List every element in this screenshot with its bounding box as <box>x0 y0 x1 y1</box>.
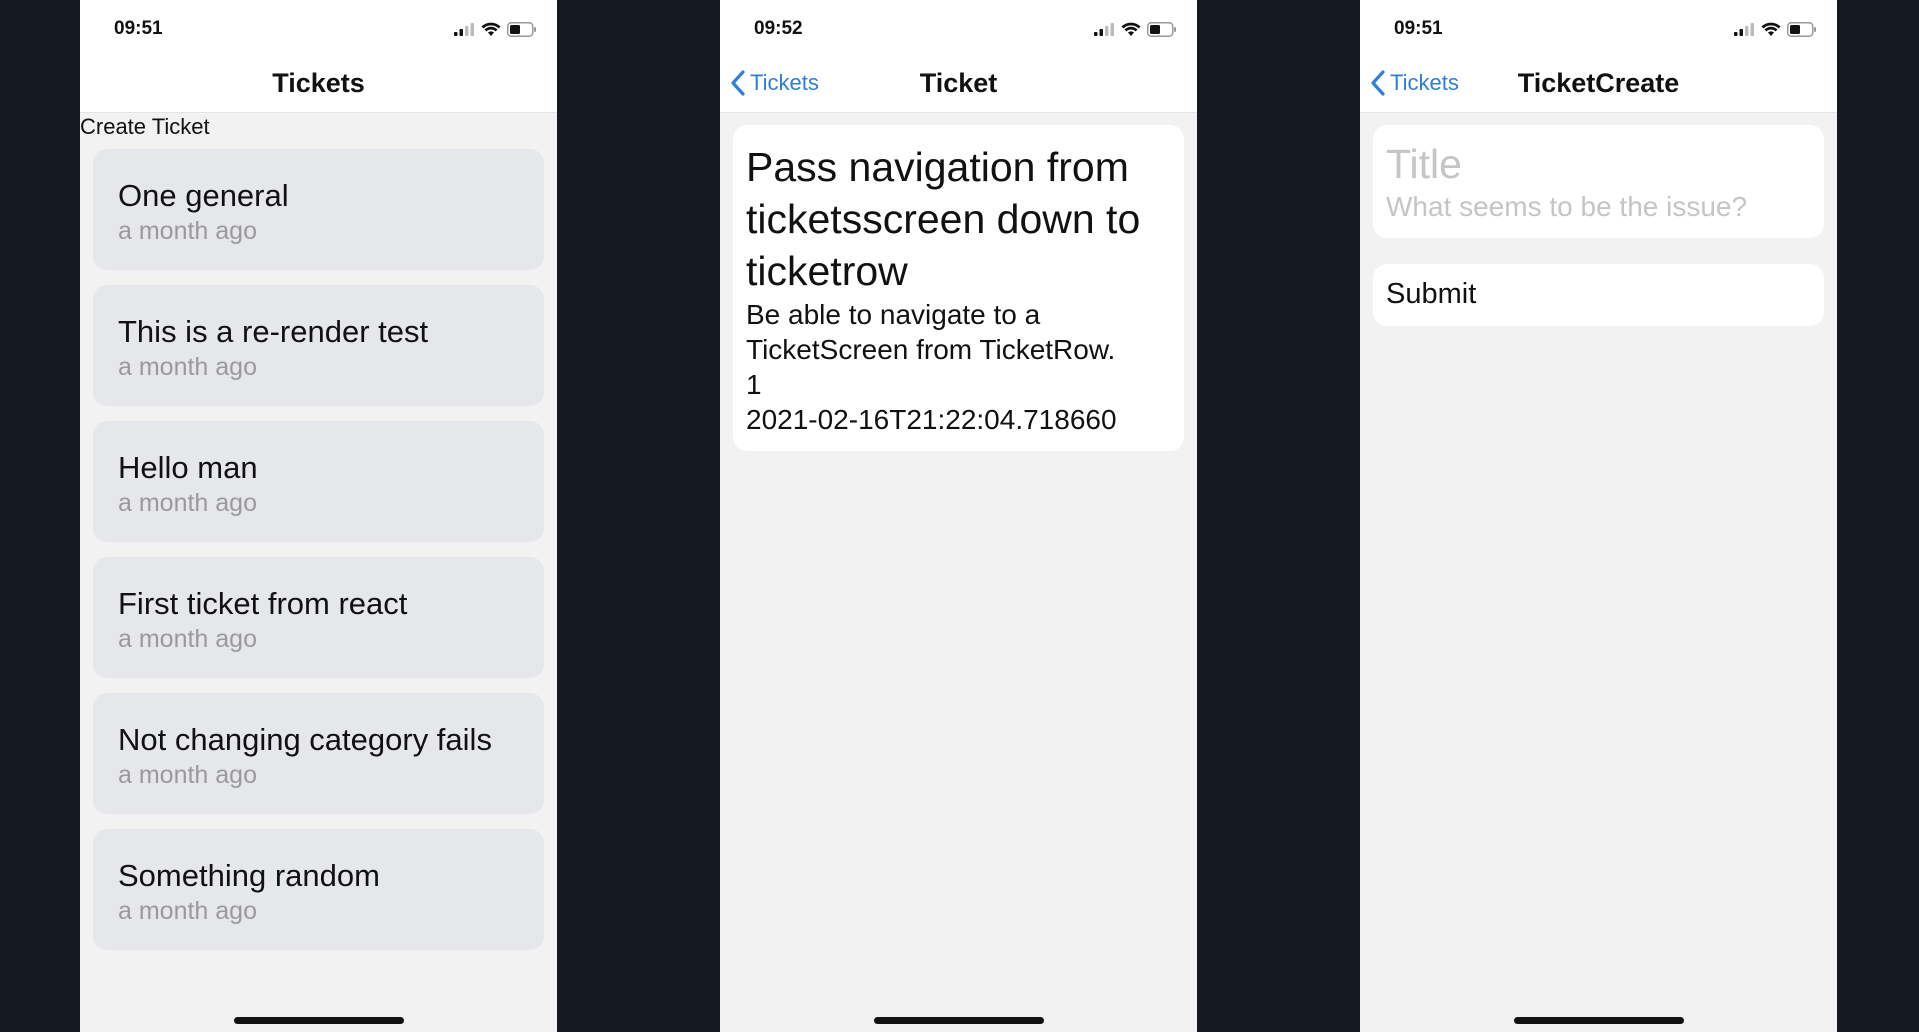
status-time: 09:52 <box>754 18 803 39</box>
ticket-time: a month ago <box>118 897 257 925</box>
ticket-detail-card: Pass navigation from ticketsscreen down … <box>733 125 1184 451</box>
battery-icon <box>1147 21 1176 37</box>
wifi-icon <box>481 22 501 36</box>
ticket-time: a month ago <box>118 625 257 653</box>
ticket-row[interactable]: Hello man a month ago <box>93 421 544 542</box>
navigation-bar: Tickets <box>80 58 557 113</box>
ticket-title: Hello man <box>118 450 258 485</box>
ticket-title: Not changing category fails <box>118 722 492 757</box>
ticket-title: First ticket from react <box>118 586 408 621</box>
create-ticket-link[interactable]: Create Ticket <box>80 114 210 140</box>
submit-button[interactable]: Submit <box>1373 264 1824 326</box>
title-input[interactable] <box>1386 139 1811 189</box>
ticket-title: This is a re-render test <box>118 314 429 349</box>
ticket-title: Something random <box>118 858 380 893</box>
ticket-time: a month ago <box>118 217 257 245</box>
chevron-left-icon <box>1371 70 1385 96</box>
wifi-icon <box>1121 22 1141 36</box>
ticket-description: Be able to navigate to a TicketScreen fr… <box>746 299 1116 365</box>
page-title: Tickets <box>272 68 365 98</box>
chevron-left-icon <box>731 70 745 96</box>
ticket-row[interactable]: First ticket from react a month ago <box>93 557 544 678</box>
ticket-time: a month ago <box>118 761 257 789</box>
home-indicator[interactable] <box>233 1017 404 1024</box>
ticket-title: One general <box>118 178 289 213</box>
home-indicator[interactable] <box>1513 1017 1684 1024</box>
back-label: Tickets <box>750 70 819 95</box>
status-time: 09:51 <box>114 18 163 39</box>
signal-icon <box>1734 23 1754 36</box>
ticket-row[interactable]: One general a month ago <box>93 149 544 270</box>
tickets-screen: 09:51 Tickets Create Ticket One general … <box>80 0 557 1032</box>
ticket-time: a month ago <box>118 353 257 381</box>
battery-icon <box>507 21 536 37</box>
ticket-detail-title: Pass navigation from ticketsscreen down … <box>746 144 1141 294</box>
signal-icon <box>1094 23 1114 36</box>
wifi-icon <box>1761 22 1781 36</box>
ticket-row[interactable]: Something random a month ago <box>93 829 544 950</box>
ticket-created: 2021-02-16T21:22:04.718660 <box>746 404 1117 435</box>
status-bar: 09:51 <box>80 0 557 58</box>
battery-icon <box>1787 21 1816 37</box>
ticket-time: a month ago <box>118 489 257 517</box>
signal-icon <box>454 23 474 36</box>
status-bar: 09:52 <box>720 0 1197 58</box>
navigation-bar: TicketCreate Tickets <box>1360 58 1837 113</box>
ticket-form <box>1373 125 1824 238</box>
ticket-list: One general a month ago This is a re-ren… <box>93 149 544 965</box>
description-input[interactable] <box>1386 189 1811 225</box>
back-button[interactable]: Tickets <box>1370 70 1459 96</box>
navigation-bar: Ticket Tickets <box>720 58 1197 113</box>
ticket-row[interactable]: Not changing category fails a month ago <box>93 693 544 814</box>
ticket-create-screen: 09:51 TicketCreate Tickets Title What se… <box>1360 0 1837 1032</box>
status-bar: 09:51 <box>1360 0 1837 58</box>
status-time: 09:51 <box>1394 18 1443 39</box>
back-button[interactable]: Tickets <box>730 70 819 96</box>
home-indicator[interactable] <box>873 1017 1044 1024</box>
ticket-detail-screen: 09:52 Ticket Tickets Pass navigation fro… <box>720 0 1197 1032</box>
back-label: Tickets <box>1390 70 1459 95</box>
ticket-id: 1 <box>746 369 762 400</box>
ticket-row[interactable]: This is a re-render test a month ago <box>93 285 544 406</box>
